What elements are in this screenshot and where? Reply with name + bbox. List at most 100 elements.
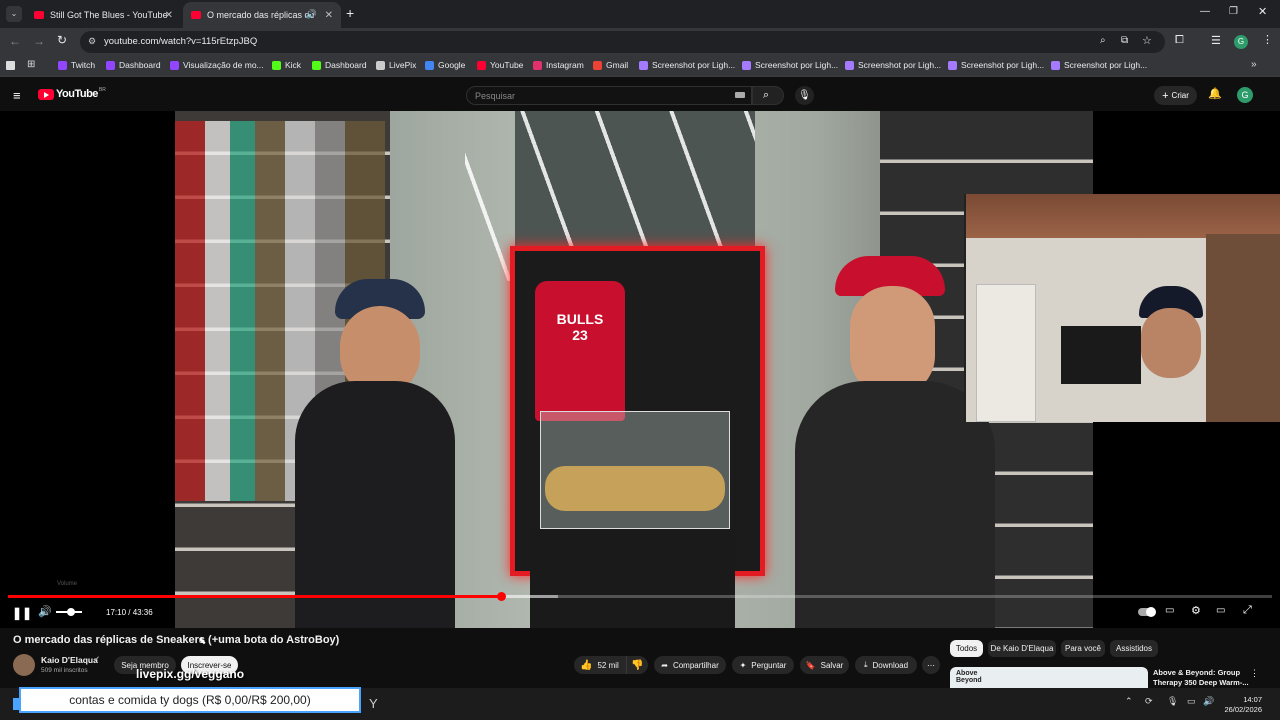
taskbar-app-icon[interactable]: Y bbox=[369, 696, 378, 711]
save-label: Salvar bbox=[820, 660, 844, 670]
bookmark-item[interactable]: Screenshot por Ligh... bbox=[948, 60, 1044, 70]
chrome-menu-icon[interactable]: ⋮ bbox=[1262, 33, 1273, 46]
bookmark-label: Twitch bbox=[71, 60, 96, 70]
bookmark-item[interactable]: Screenshot por Ligh... bbox=[742, 60, 838, 70]
download-button[interactable]: ⤓ Download bbox=[855, 656, 917, 674]
more-bookmarks-icon[interactable]: » bbox=[1251, 59, 1257, 70]
search-input[interactable]: Pesquisar bbox=[466, 86, 752, 105]
fullscreen-icon[interactable]: ⤢ bbox=[1243, 604, 1252, 617]
chip-label: De Kaio D'Elaqua bbox=[990, 644, 1054, 653]
clock-time[interactable]: 14:07 bbox=[1222, 695, 1262, 704]
more-actions-button[interactable]: ⋯ bbox=[922, 656, 940, 674]
progress-scrubber[interactable] bbox=[497, 592, 506, 601]
autoplay-toggle[interactable] bbox=[1138, 607, 1156, 617]
webcam-overlay bbox=[964, 194, 1280, 422]
reload-icon[interactable]: ↻ bbox=[57, 33, 67, 47]
save-button[interactable]: 🔖 Salvar bbox=[800, 656, 849, 674]
clock-date[interactable]: 26/02/2026 bbox=[1222, 705, 1262, 714]
install-app-icon[interactable]: ⧉ bbox=[1121, 35, 1128, 46]
next-video-thumbnail[interactable]: Above Beyond bbox=[950, 667, 1148, 688]
bookmark-label: Google bbox=[438, 60, 466, 70]
tab-mercado-replicas[interactable]: O mercado das réplicas de 🔊 ✕ bbox=[183, 2, 341, 28]
microphone-icon[interactable]: 🎙 bbox=[1167, 696, 1178, 707]
hamburger-menu-icon[interactable]: ≡ bbox=[13, 88, 21, 103]
settings-gear-icon[interactable]: ⚙ bbox=[1191, 604, 1201, 617]
bookmark-item[interactable]: Dashboard bbox=[312, 60, 367, 70]
close-tab-icon[interactable]: ✕ bbox=[165, 10, 173, 21]
theater-mode-icon[interactable]: ▭ bbox=[1216, 605, 1225, 616]
voice-search-icon[interactable]: 🎙 bbox=[795, 86, 814, 105]
bookmark-item[interactable]: Screenshot por Ligh... bbox=[845, 60, 941, 70]
zoom-icon[interactable]: ⌕ bbox=[1100, 35, 1106, 46]
share-button[interactable]: ➦ Compartilhar bbox=[654, 656, 726, 674]
audio-playing-icon[interactable]: 🔊 bbox=[306, 9, 317, 20]
media-controls-icon[interactable]: ☰ bbox=[1211, 34, 1221, 47]
bookmark-item[interactable]: Instagram bbox=[533, 60, 584, 70]
restore-window-icon[interactable]: ❐ bbox=[1229, 6, 1238, 17]
tab-search-button[interactable]: ⌄ bbox=[6, 6, 22, 22]
network-icon[interactable]: ▭ bbox=[1187, 696, 1196, 707]
forward-icon[interactable]: → bbox=[33, 34, 45, 48]
bookmark-item[interactable]: LivePix bbox=[376, 60, 416, 70]
tray-app-icon[interactable]: ⟳ bbox=[1145, 696, 1153, 707]
bookmark-item[interactable]: Gmail bbox=[593, 60, 628, 70]
apps-icon[interactable] bbox=[6, 61, 15, 70]
tray-overflow-icon[interactable]: ⌃ bbox=[1125, 696, 1133, 707]
bookmark-label: YouTube bbox=[490, 60, 524, 70]
extensions-icon[interactable]: ⧠ bbox=[1175, 34, 1184, 47]
youtube-logo-icon bbox=[38, 88, 54, 100]
bookmark-label: Screenshot por Ligh... bbox=[858, 60, 942, 70]
bookmark-star-icon[interactable]: ☆ bbox=[1142, 34, 1152, 47]
site-info-icon[interactable]: ⚙ bbox=[88, 36, 96, 47]
close-window-icon[interactable]: ✕ bbox=[1258, 5, 1267, 18]
create-button[interactable]: + Criar bbox=[1154, 86, 1197, 105]
like-button[interactable]: 👍 52 mil bbox=[574, 656, 626, 674]
next-video-menu-icon[interactable]: ⋮ bbox=[1250, 668, 1259, 679]
account-avatar[interactable]: G bbox=[1237, 87, 1253, 103]
search-icon: ⌕ bbox=[763, 89, 770, 101]
address-bar[interactable]: ⚙ youtube.com/watch?v=115rEtzpJBQ ⌕ ⧉ ☆ bbox=[80, 31, 1165, 53]
chip-watched[interactable]: Assistidos bbox=[1110, 640, 1158, 657]
volume-knob[interactable] bbox=[67, 608, 75, 616]
back-icon[interactable]: ← bbox=[9, 34, 21, 48]
time-display: 17:10 / 43:36 bbox=[106, 608, 153, 617]
bookmark-item[interactable]: Screenshot por Ligh... bbox=[639, 60, 735, 70]
subtitles-icon[interactable]: ▭ bbox=[1165, 605, 1174, 616]
keyboard-icon[interactable] bbox=[735, 92, 745, 98]
livepix-overlay-text: livepix.gg/veggano bbox=[136, 667, 245, 681]
youtube-header: ≡ YouTube BR Pesquisar ⌕ 🎙 + Criar 🔔 G bbox=[0, 80, 1280, 111]
dislike-button[interactable]: 👎 bbox=[626, 656, 648, 674]
ask-label: Perguntar bbox=[751, 660, 787, 670]
bookmark-item[interactable]: Google bbox=[425, 60, 465, 70]
profile-avatar[interactable]: G bbox=[1234, 35, 1248, 49]
chip-for-you[interactable]: Para você bbox=[1061, 640, 1105, 657]
ask-button[interactable]: ✦ Perguntar bbox=[732, 656, 794, 674]
search-button[interactable]: ⌕ bbox=[752, 86, 784, 105]
bookmark-label: Dashboard bbox=[119, 60, 161, 70]
chip-label: Assistidos bbox=[1115, 644, 1152, 653]
tab-still-got-the-blues[interactable]: Still Got The Blues - YouTube ✕ bbox=[26, 2, 181, 28]
bookmark-item[interactable]: YouTube bbox=[477, 60, 523, 70]
volume-icon[interactable]: 🔊 bbox=[38, 605, 52, 618]
bookmark-item[interactable]: Kick bbox=[272, 60, 301, 70]
next-video-title[interactable]: Above & Beyond: Group Therapy 350 Deep W… bbox=[1153, 668, 1253, 688]
channel-avatar[interactable] bbox=[13, 654, 35, 676]
bookmark-item[interactable]: Screenshot por Ligh... bbox=[1051, 60, 1147, 70]
channel-name[interactable]: Kaio D'Elaqua bbox=[41, 655, 98, 665]
youtube-logo-text: YouTube bbox=[56, 88, 98, 100]
minimize-window-icon[interactable]: — bbox=[1200, 6, 1210, 17]
speaker-icon[interactable]: 🔊 bbox=[1203, 696, 1214, 707]
youtube-logo[interactable]: YouTube BR bbox=[38, 87, 106, 100]
new-tab-button[interactable]: + bbox=[346, 5, 354, 21]
download-icon: ⤓ bbox=[863, 660, 868, 669]
chip-from-channel[interactable]: De Kaio D'Elaqua bbox=[988, 640, 1056, 657]
close-tab-icon[interactable]: ✕ bbox=[325, 10, 333, 21]
bookmark-item[interactable]: Visualização de mo... bbox=[170, 60, 264, 70]
bookmark-item[interactable]: Dashboard bbox=[106, 60, 161, 70]
video-player[interactable]: BULLS 23 Volume bbox=[0, 111, 1280, 628]
notifications-bell-icon[interactable]: 🔔 bbox=[1208, 87, 1222, 100]
bookmark-item[interactable]: Twitch bbox=[58, 60, 95, 70]
chip-all[interactable]: Todos bbox=[950, 640, 983, 657]
pause-button[interactable]: ❚❚ bbox=[12, 606, 32, 620]
all-bookmarks-icon[interactable]: ⊞ bbox=[27, 59, 35, 70]
